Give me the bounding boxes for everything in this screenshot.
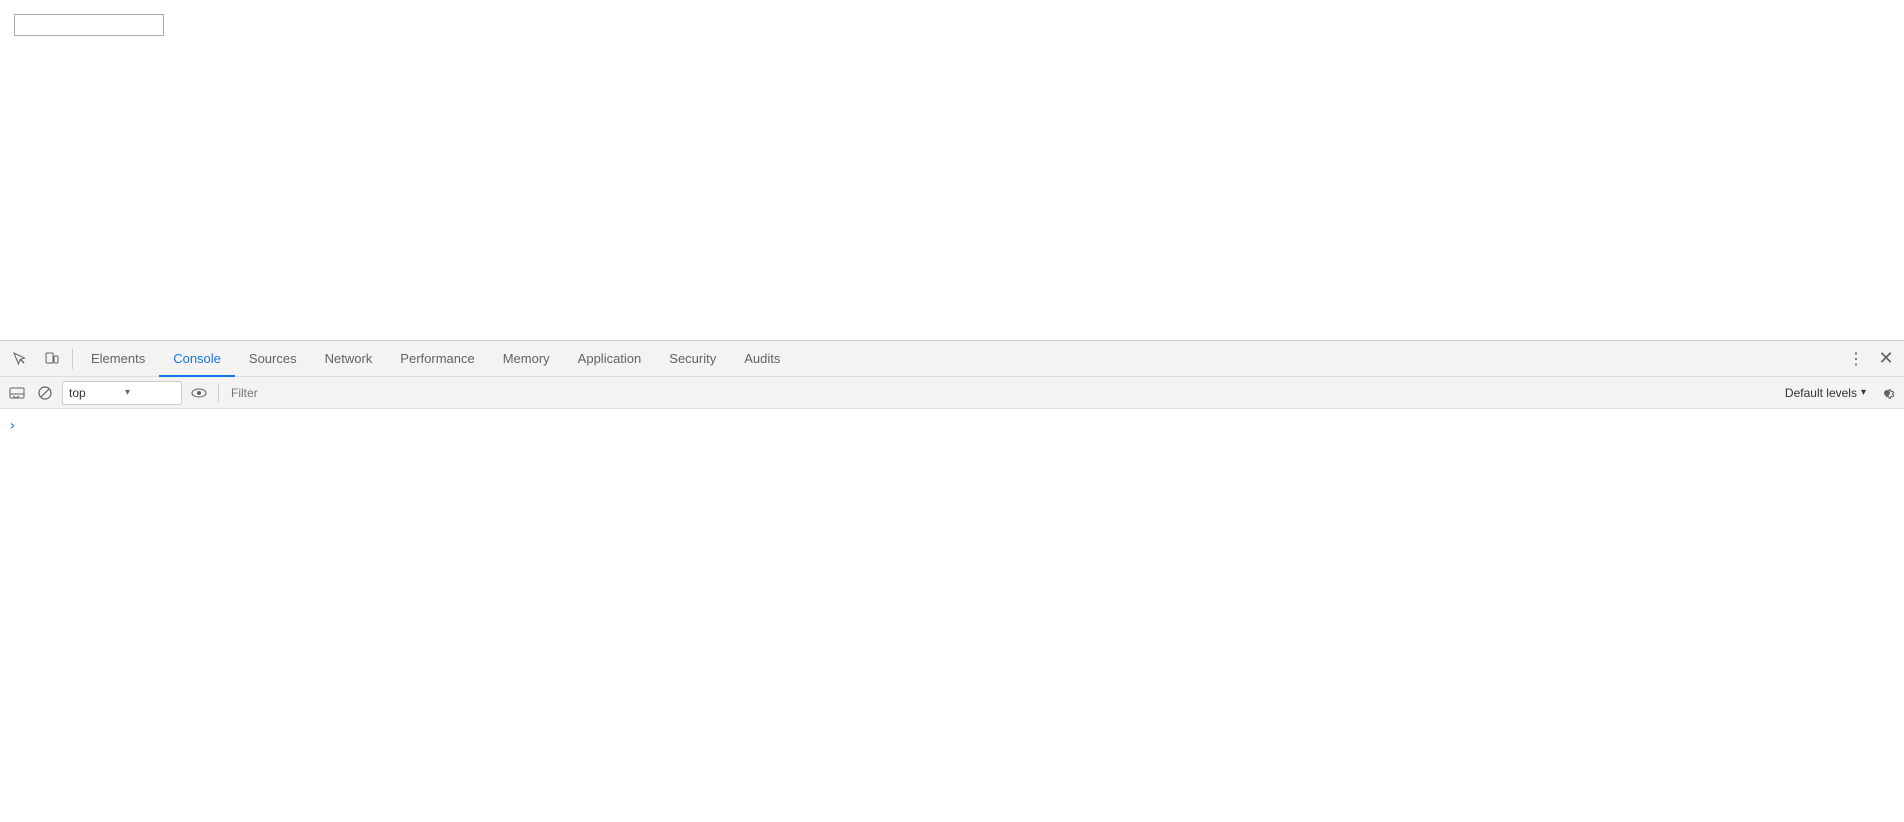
- default-levels-button[interactable]: Default levels ▾: [1779, 381, 1872, 405]
- filter-input[interactable]: [225, 381, 1777, 405]
- devtools-panel: Elements Console Sources Network Perform…: [0, 340, 1904, 822]
- live-expressions-button[interactable]: [186, 380, 212, 406]
- tab-security[interactable]: Security: [655, 342, 730, 377]
- default-levels-arrow: ▾: [1861, 387, 1866, 398]
- console-prompt-row: ›: [0, 413, 1904, 441]
- tab-performance[interactable]: Performance: [386, 342, 488, 377]
- context-dropdown-arrow: ▾: [125, 387, 175, 398]
- devtools-toolbar-right: ⋮ ✕: [1842, 345, 1900, 373]
- console-toolbar: top ▾ Default levels ▾: [0, 377, 1904, 409]
- inspect-icon: [12, 351, 28, 367]
- devtools-toolbar: Elements Console Sources Network Perform…: [0, 341, 1904, 377]
- toolbar-separator-1: [72, 349, 73, 369]
- context-value: top: [69, 386, 119, 400]
- inspect-element-button[interactable]: [4, 343, 36, 375]
- close-devtools-button[interactable]: ✕: [1872, 345, 1900, 373]
- browser-page: [0, 0, 1904, 340]
- default-levels-label: Default levels: [1785, 386, 1857, 400]
- clear-console-button[interactable]: [32, 380, 58, 406]
- console-prompt-arrow: ›: [8, 417, 16, 437]
- tab-memory[interactable]: Memory: [489, 342, 564, 377]
- clear-icon: [37, 385, 53, 401]
- console-output[interactable]: ›: [0, 409, 1904, 822]
- context-selector[interactable]: top ▾: [62, 381, 182, 405]
- tab-network[interactable]: Network: [311, 342, 387, 377]
- devtools-tabs: Elements Console Sources Network Perform…: [77, 341, 1842, 376]
- show-console-drawer-button[interactable]: [4, 380, 30, 406]
- eye-icon: [191, 385, 207, 401]
- console-drawer-icon: [9, 385, 25, 401]
- tab-audits[interactable]: Audits: [730, 342, 794, 377]
- three-dot-icon: ⋮: [1848, 349, 1864, 369]
- tab-elements[interactable]: Elements: [77, 342, 159, 377]
- tab-sources[interactable]: Sources: [235, 342, 311, 377]
- device-icon: [44, 351, 60, 367]
- tab-application[interactable]: Application: [564, 342, 656, 377]
- tab-console[interactable]: Console: [159, 342, 235, 377]
- console-separator: [218, 384, 219, 402]
- more-options-button[interactable]: ⋮: [1842, 345, 1870, 373]
- page-input[interactable]: [14, 14, 164, 36]
- close-icon: ✕: [1878, 348, 1893, 369]
- console-settings-button[interactable]: [1874, 380, 1900, 406]
- gear-icon: [1878, 384, 1896, 402]
- device-toggle-button[interactable]: [36, 343, 68, 375]
